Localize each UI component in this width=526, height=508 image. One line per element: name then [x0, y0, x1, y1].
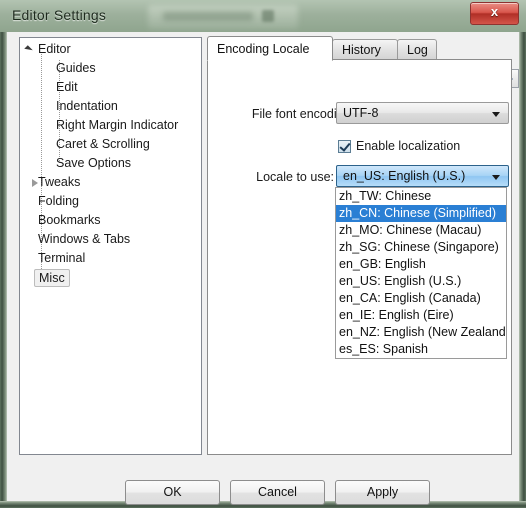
tree-item-misc[interactable]: Misc [20, 268, 201, 287]
tree-item-label: Right Margin Indicator [56, 118, 179, 132]
tab-strip[interactable]: Encoding Locale History Log [207, 36, 507, 61]
expander-expanded-icon[interactable] [24, 45, 33, 54]
tab-log[interactable]: Log [397, 39, 437, 60]
tab-encoding-locale[interactable]: Encoding Locale [207, 36, 333, 61]
tree-item-label: Indentation [56, 99, 118, 113]
file-font-encoding-value: UTF-8 [343, 106, 379, 120]
locale-option[interactable]: en_GB: English [336, 256, 506, 273]
locale-option[interactable]: zh_SG: Chinese (Singapore) [336, 239, 506, 256]
close-button[interactable]: x [470, 2, 519, 25]
settings-tree[interactable]: Editor Guides Edit Indentation Right Margin … [19, 37, 202, 455]
locale-option[interactable]: zh_MO: Chinese (Macau) [336, 222, 506, 239]
tree-item-windows-tabs[interactable]: Windows & Tabs [20, 230, 201, 249]
chevron-down-icon [492, 175, 500, 180]
tree-item-editor[interactable]: Editor [20, 40, 201, 59]
locale-option[interactable]: en_US: English (U.S.) [336, 273, 506, 290]
dialog-client-area: Editor Guides Edit Indentation Right Margin … [7, 32, 519, 505]
tree-item-label: Windows & Tabs [38, 232, 131, 246]
tree-item-label: Edit [56, 80, 78, 94]
locale-option[interactable]: en_NZ: English (New Zealand) [336, 324, 506, 341]
ok-button[interactable]: OK [125, 480, 220, 505]
file-font-encoding-combobox[interactable]: UTF-8 [336, 102, 509, 124]
locale-option[interactable]: en_IE: English (Eire) [336, 307, 506, 324]
tree-item-folding[interactable]: Folding [20, 192, 201, 211]
tree-item-right-margin-indicator[interactable]: Right Margin Indicator [20, 116, 201, 135]
check-icon [339, 140, 351, 152]
tree-item-save-options[interactable]: Save Options [20, 154, 201, 173]
tab-label: History [342, 43, 381, 57]
tree-item-edit[interactable]: Edit [20, 78, 201, 97]
locale-to-use-label: Locale to use: [256, 170, 334, 184]
tree-item-label: Misc [34, 269, 70, 287]
tab-history[interactable]: History [332, 39, 398, 60]
checkbox-box [338, 140, 351, 153]
tree-item-tweaks[interactable]: Tweaks [20, 173, 201, 192]
locale-option[interactable]: es_ES: Spanish [336, 341, 506, 358]
tab-label: Encoding Locale [217, 42, 310, 56]
tree-item-indentation[interactable]: Indentation [20, 97, 201, 116]
locale-option[interactable]: zh_TW: Chinese [336, 188, 506, 205]
window-title: Editor Settings [12, 7, 107, 23]
locale-dropdown-list[interactable]: zh_TW: Chinese zh_CN: Chinese (Simplified… [335, 187, 507, 359]
locale-option[interactable]: zh_CN: Chinese (Simplified) [336, 205, 506, 222]
tree-item-label: Terminal [38, 251, 86, 265]
window-frame-right [519, 32, 526, 508]
tree-item-bookmarks[interactable]: Bookmarks [20, 211, 201, 230]
tree-item-label: Save Options [56, 156, 132, 170]
tab-label: Log [407, 43, 428, 57]
window-frame-left [0, 32, 7, 508]
tree-item-caret-scrolling[interactable]: Caret & Scrolling [20, 135, 201, 154]
close-icon: x [490, 4, 499, 19]
file-font-encoding-label: File font encoding: [251, 107, 354, 121]
locale-option[interactable]: en_CA: English (Canada) [336, 290, 506, 307]
tree-item-label: Editor [38, 42, 71, 56]
apply-button[interactable]: Apply [335, 480, 430, 505]
tree-item-label: Bookmarks [38, 213, 101, 227]
locale-combobox[interactable]: en_US: English (U.S.) [336, 165, 509, 187]
tree-item-label: Guides [56, 61, 96, 75]
tree-item-guides[interactable]: Guides [20, 59, 201, 78]
tree-item-terminal[interactable]: Terminal [20, 249, 201, 268]
cancel-button[interactable]: Cancel [230, 480, 325, 505]
tree-item-label: Folding [38, 194, 79, 208]
tree-item-label: Caret & Scrolling [56, 137, 150, 151]
chevron-down-icon [492, 112, 500, 117]
locale-value: en_US: English (U.S.) [343, 169, 466, 183]
background-window-ghost-text [163, 12, 253, 21]
editor-settings-window: Editor Settings x Editor Guides Edit Indent… [0, 0, 526, 508]
enable-localization-label: Enable localization [356, 139, 461, 153]
background-window-ghost-icon [262, 10, 274, 22]
tree-item-label: Tweaks [38, 175, 81, 189]
